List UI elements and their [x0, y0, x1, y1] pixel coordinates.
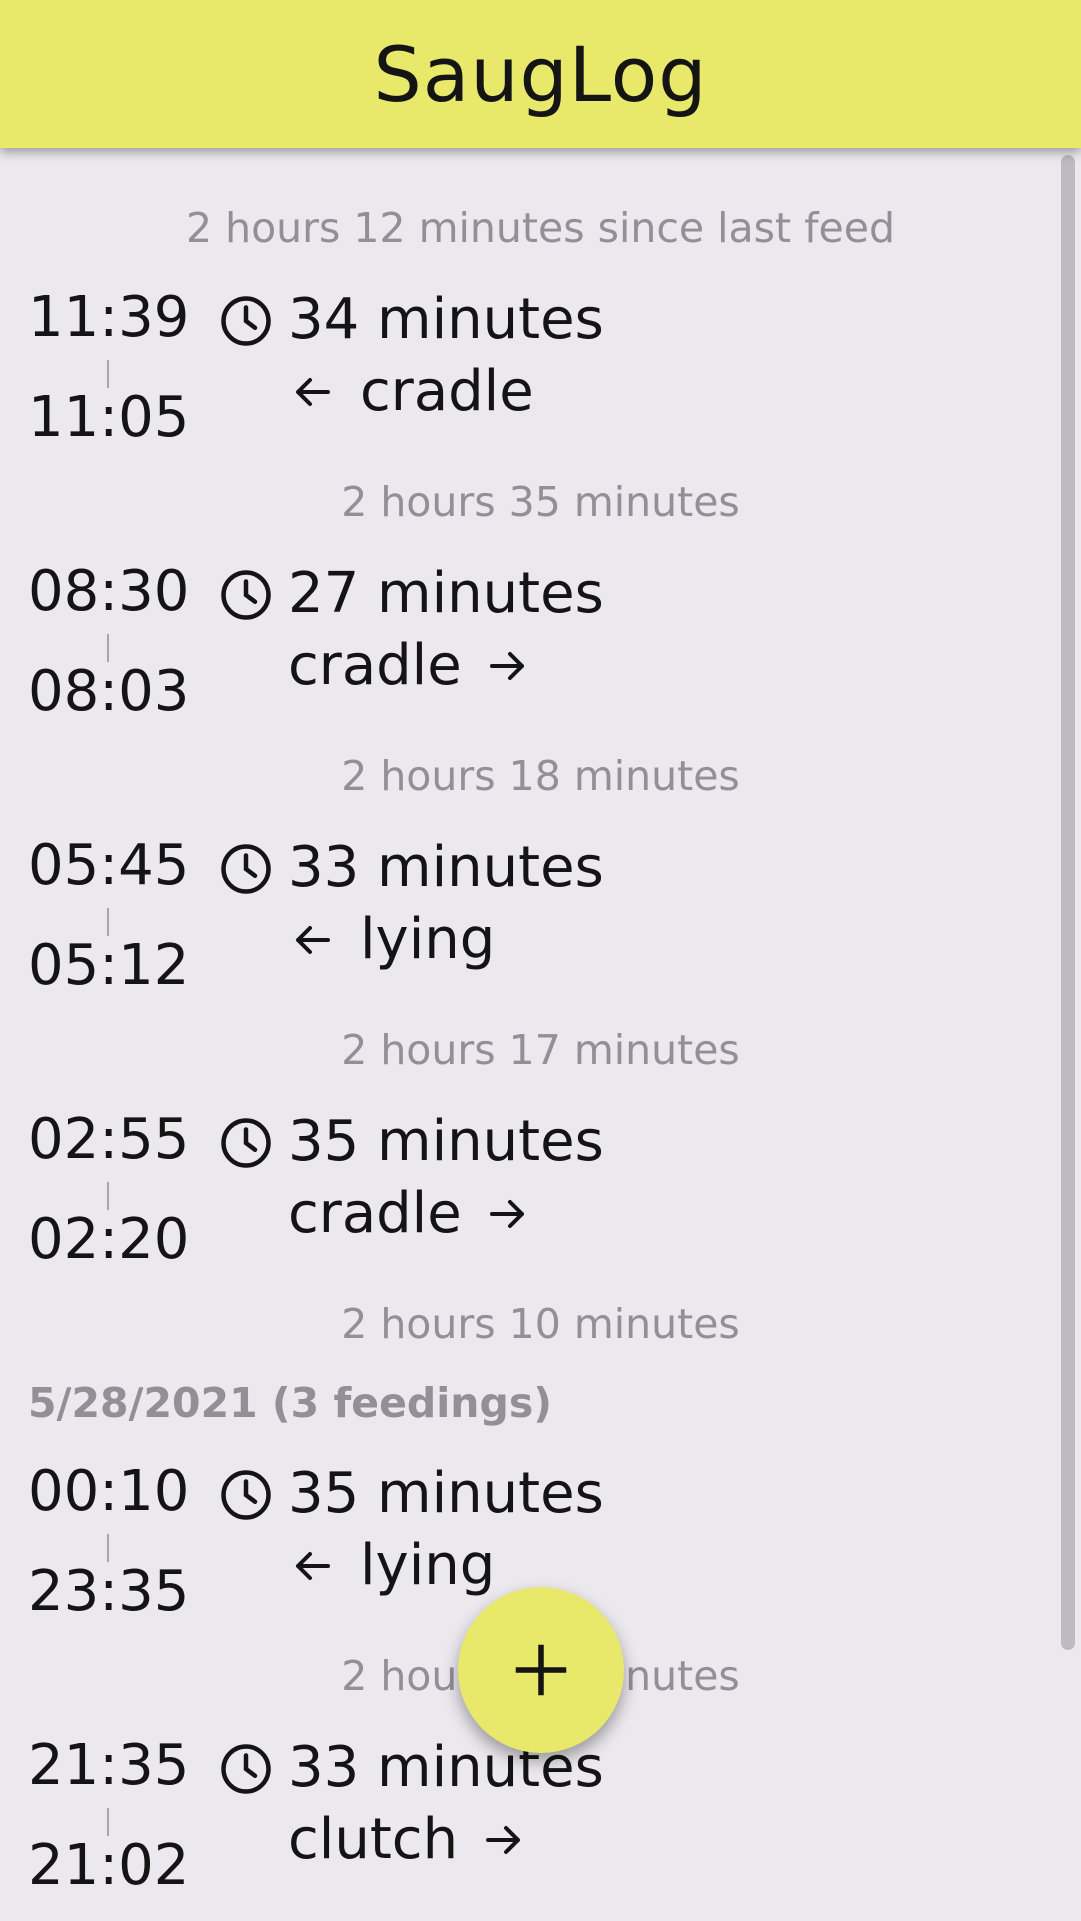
- feed-position-label: cradle: [288, 1181, 462, 1246]
- time-connector: [107, 634, 109, 662]
- since-last-feed-label: 2 hours 12 minutes since last feed: [185, 204, 896, 252]
- feed-start-time: 08:03: [28, 659, 190, 724]
- app-bar: SaugLog: [0, 0, 1081, 148]
- clock-icon: [221, 1470, 271, 1520]
- arrow-left-icon: [296, 378, 330, 406]
- clock-icon: [221, 844, 271, 894]
- feed-entry[interactable]: 05:45 05:12 33 minutes lying: [0, 838, 1081, 1008]
- arrow-right-icon: [486, 1826, 521, 1854]
- feed-end-time: 02:55: [28, 1107, 190, 1172]
- feed-position: cradle: [288, 638, 532, 694]
- feed-gap-label: 2 hours 18 minutes: [341, 752, 740, 800]
- arrow-left-icon: [296, 926, 330, 954]
- feed-duration: 34 minutes: [288, 287, 604, 352]
- add-feed-button[interactable]: [458, 1587, 624, 1753]
- feed-position: clutch: [288, 1812, 528, 1868]
- arrow-right-icon: [489, 652, 524, 680]
- feed-start-time: 05:12: [28, 933, 190, 998]
- feed-entry[interactable]: 11:39 11:05 34 minutes cradle: [0, 290, 1081, 460]
- feed-position: cradle: [288, 364, 534, 420]
- feed-end-time: 08:30: [28, 559, 190, 624]
- feed-position-label: lying: [360, 907, 496, 972]
- feed-end-time: 21:35: [28, 1733, 190, 1798]
- feed-position: lying: [288, 912, 495, 968]
- day-header: 5/28/2021 (3 feedings): [28, 1379, 552, 1427]
- feed-duration: 35 minutes: [288, 1109, 604, 1174]
- time-connector: [107, 908, 109, 936]
- time-connector: [107, 1534, 109, 1562]
- arrow-right-icon: [489, 1200, 524, 1228]
- feed-start-time: 21:02: [28, 1833, 190, 1898]
- feed-position-label: cradle: [360, 359, 534, 424]
- feed-end-time: 05:45: [28, 833, 190, 898]
- scrollbar[interactable]: [1061, 155, 1075, 1650]
- feed-position: lying: [288, 1538, 495, 1594]
- feed-entry[interactable]: 02:55 02:20 35 minutes cradle: [0, 1112, 1081, 1282]
- feed-gap-label: 2 hours 35 minutes: [341, 478, 740, 526]
- time-connector: [107, 1182, 109, 1210]
- app-title: SaugLog: [373, 29, 708, 119]
- clock-icon: [221, 570, 271, 620]
- time-connector: [107, 360, 109, 388]
- feed-start-time: 02:20: [28, 1207, 190, 1272]
- clock-icon: [221, 1118, 271, 1168]
- plus-icon: [515, 1644, 567, 1696]
- feed-gap-label: 2 hours 10 minutes: [341, 1300, 740, 1348]
- feed-duration: 33 minutes: [288, 835, 604, 900]
- time-connector: [107, 1808, 109, 1836]
- feed-entry[interactable]: 08:30 08:03 27 minutes cradle: [0, 564, 1081, 734]
- feed-start-time: 23:35: [28, 1559, 190, 1624]
- feed-entry[interactable]: 21:35 21:02 33 minutes clutch: [0, 1738, 1081, 1908]
- feed-end-time: 11:39: [28, 285, 190, 350]
- feed-gap-label: 2 hours 17 minutes: [341, 1026, 740, 1074]
- arrow-left-icon: [296, 1552, 330, 1580]
- feed-start-time: 11:05: [28, 385, 190, 450]
- app-screen: SaugLog 2 hours 12 minutes since last fe…: [0, 0, 1081, 1921]
- feed-position: cradle: [288, 1186, 532, 1242]
- feed-duration: 27 minutes: [288, 561, 604, 626]
- feed-position-label: clutch: [288, 1807, 459, 1872]
- clock-icon: [221, 1744, 271, 1794]
- feed-end-time: 00:10: [28, 1459, 190, 1524]
- feed-position-label: lying: [360, 1533, 496, 1598]
- feed-position-label: cradle: [288, 633, 462, 698]
- feed-duration: 35 minutes: [288, 1461, 604, 1526]
- clock-icon: [221, 296, 271, 346]
